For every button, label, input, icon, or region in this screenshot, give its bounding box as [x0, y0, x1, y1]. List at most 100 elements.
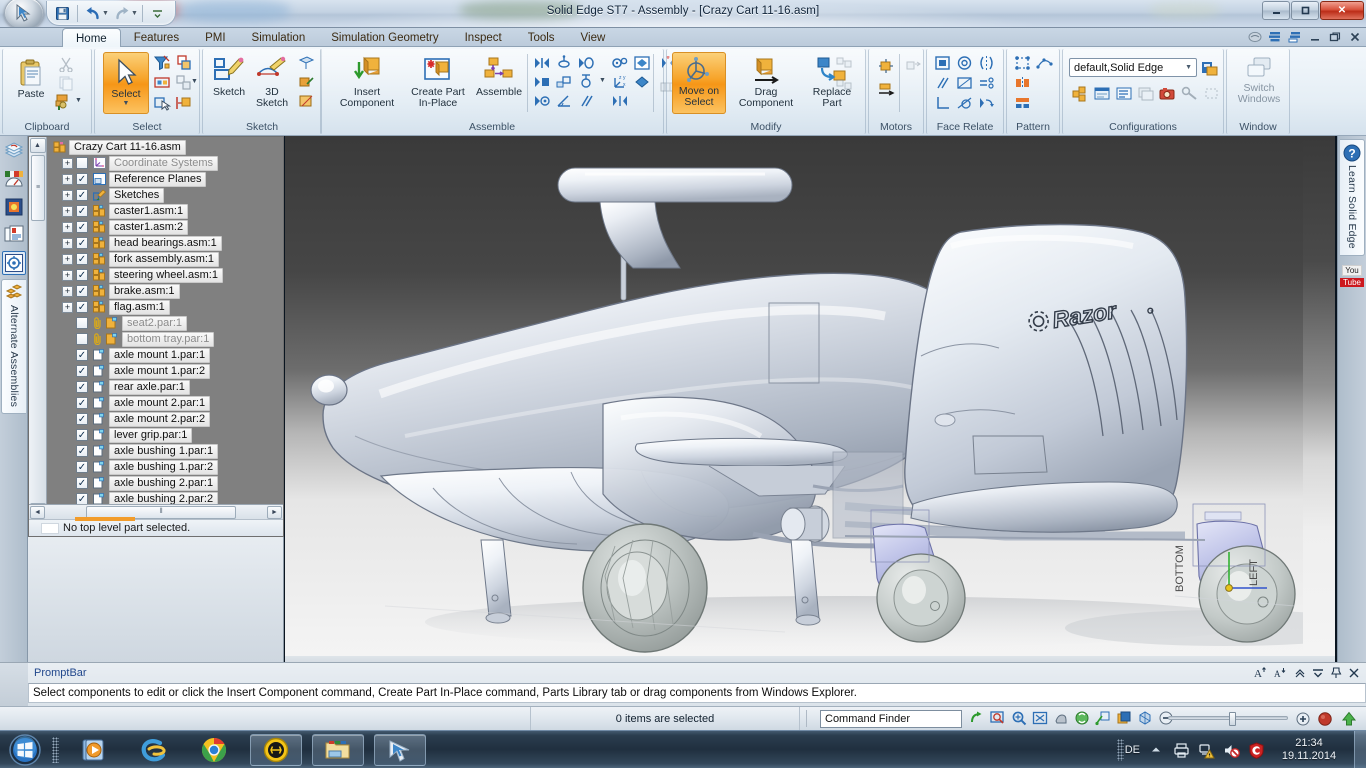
tree-node-18[interactable]: ✓ axle bushing 1.par:1 — [48, 443, 283, 459]
perpendicular-icon[interactable] — [931, 92, 953, 114]
tree-node-16[interactable]: ✓ axle mount 2.par:2 — [48, 411, 283, 427]
tree-visibility-checkbox[interactable]: ✓ — [76, 349, 88, 361]
volume-muted-icon[interactable] — [1222, 741, 1240, 759]
tree-visibility-checkbox[interactable]: ✓ — [76, 237, 88, 249]
shaded-icon[interactable] — [1136, 709, 1154, 727]
face-tangent-icon[interactable] — [953, 92, 975, 114]
tree-node-7[interactable]: + ✓ steering wheel.asm:1 — [48, 267, 283, 283]
move-on-select-button[interactable]: Move on Select — [672, 52, 726, 114]
tree-expand-toggle[interactable]: + — [62, 189, 73, 201]
taskbar-clock[interactable]: 21:34 19.11.2014 — [1272, 737, 1346, 763]
config-manage-icon[interactable] — [1135, 82, 1157, 104]
tree-expand-toggle[interactable]: + — [62, 285, 73, 297]
config-zones-icon[interactable] — [1091, 82, 1113, 104]
linear-motor-icon[interactable] — [875, 78, 897, 100]
redo-icon[interactable] — [111, 3, 133, 24]
redo-dropdown-icon[interactable]: ▼ — [131, 10, 138, 17]
tree-node-9[interactable]: + ✓ flag.asm:1 — [48, 299, 283, 315]
pan-icon[interactable] — [1052, 709, 1070, 727]
tree-visibility-checkbox[interactable]: ✓ — [76, 173, 88, 185]
angle-icon[interactable] — [553, 90, 575, 112]
tree-expand-toggle[interactable]: + — [62, 157, 73, 169]
tab-simulation[interactable]: Simulation — [239, 28, 319, 47]
tab-inspect[interactable]: Inspect — [452, 28, 515, 47]
tree-visibility-checkbox[interactable]: ✓ — [76, 221, 88, 233]
tree-node-6[interactable]: + ✓ fork assembly.asm:1 — [48, 251, 283, 267]
tree-visibility-checkbox[interactable] — [76, 333, 88, 345]
zoom-icon[interactable] — [1010, 709, 1028, 727]
mirror-pattern-icon[interactable] — [1011, 72, 1033, 94]
tree-visibility-checkbox[interactable]: ✓ — [76, 365, 88, 377]
tray-grip[interactable] — [1116, 739, 1124, 761]
tree-expand-toggle[interactable]: + — [62, 253, 73, 265]
close-button[interactable]: ✕ — [1320, 1, 1364, 20]
ribbon-minimize-icon[interactable] — [1307, 29, 1322, 45]
face-offset-icon[interactable] — [953, 72, 975, 94]
green-up-icon[interactable] — [1340, 710, 1358, 728]
pattern-table-icon[interactable] — [1011, 92, 1033, 114]
config-display-icon[interactable] — [1113, 82, 1135, 104]
tree-visibility-checkbox[interactable]: ✓ — [76, 477, 88, 489]
common-views-icon[interactable] — [1073, 709, 1091, 727]
pattern-rect-icon[interactable] — [1011, 52, 1033, 74]
paint-format-dropdown-icon[interactable]: ▼ — [75, 97, 82, 104]
paint-format-icon[interactable] — [51, 91, 73, 113]
config-select-icon[interactable] — [1201, 82, 1223, 104]
expand-icon[interactable] — [1312, 667, 1324, 679]
graphics-view[interactable]: Razor BOTTOM LEFT — [285, 136, 1335, 656]
config-capture-icon[interactable] — [1157, 82, 1179, 104]
rotate-view-icon[interactable] — [968, 709, 986, 727]
tree-visibility-checkbox[interactable]: ✓ — [76, 301, 88, 313]
tree-visibility-checkbox[interactable]: ✓ — [76, 269, 88, 281]
network-warning-icon[interactable] — [1197, 741, 1215, 759]
tab-pmi[interactable]: PMI — [192, 28, 238, 47]
copy-component-icon[interactable] — [833, 52, 855, 74]
increase-font-icon[interactable]: A — [1254, 666, 1268, 679]
zoom-slider[interactable] — [1168, 712, 1288, 726]
taskbar-teamviewer-icon[interactable] — [250, 734, 302, 766]
ribbon-display-icon[interactable] — [1267, 29, 1282, 45]
help-icon[interactable] — [1247, 29, 1262, 45]
tab-features[interactable]: Features — [121, 28, 192, 47]
tree-visibility-checkbox[interactable]: ✓ — [76, 253, 88, 265]
youtube-link[interactable]: You Tube — [1338, 264, 1366, 288]
decrease-font-icon[interactable]: A — [1274, 666, 1288, 679]
rigid-set-icon[interactable] — [975, 92, 997, 114]
layers-icon[interactable] — [2, 195, 26, 219]
collapse-icon[interactable] — [1294, 667, 1306, 679]
close-promptbar-icon[interactable] — [1348, 667, 1360, 679]
sidebar-tab-alternate-assemblies[interactable]: Alternate Assemblies — [1, 279, 26, 415]
scroll-up-button[interactable]: ▲ — [29, 138, 46, 153]
tree-expand-toggle[interactable]: + — [62, 221, 73, 233]
tree-root-node[interactable]: Crazy Cart 11-16.asm — [48, 139, 283, 155]
tree-vertical-scrollbar[interactable]: ▲ ≡ ▼ — [29, 137, 47, 520]
taskbar-grip[interactable] — [52, 737, 59, 763]
config-tune-icon[interactable] — [1179, 82, 1201, 104]
start-button[interactable] — [2, 732, 48, 768]
tree-visibility-checkbox[interactable]: ✓ — [76, 285, 88, 297]
show-desktop-button[interactable] — [1354, 731, 1366, 768]
undo-dropdown-icon[interactable]: ▼ — [102, 10, 109, 17]
qat-customize-icon[interactable] — [147, 3, 169, 24]
ribbon-restore-icon[interactable] — [1327, 29, 1342, 45]
language-indicator[interactable]: DE — [1125, 744, 1140, 756]
tree-visibility-checkbox[interactable] — [76, 157, 88, 169]
tree-visibility-checkbox[interactable]: ✓ — [76, 381, 88, 393]
select-filter-icon[interactable] — [151, 52, 173, 74]
tree-node-0[interactable]: + Coordinate Systems — [48, 155, 283, 171]
tree-node-12[interactable]: ✓ axle mount 1.par:1 — [48, 347, 283, 363]
sketch-button[interactable]: Sketch — [207, 54, 251, 98]
tree-expand-toggle[interactable]: + — [62, 205, 73, 217]
tree-visibility-checkbox[interactable]: ✓ — [76, 461, 88, 473]
select-rectangle-icon[interactable] — [151, 72, 173, 94]
tree-node-4[interactable]: + ✓ caster1.asm:2 — [48, 219, 283, 235]
hscroll-left-button[interactable]: ◄ — [30, 505, 45, 519]
family-of-assemblies-icon[interactable] — [2, 223, 26, 247]
center-plane-icon[interactable] — [609, 90, 631, 112]
taskbar-google-chrome-icon[interactable] — [188, 734, 240, 766]
comodo-security-icon[interactable] — [1247, 741, 1265, 759]
tree-node-11[interactable]: bottom tray.par:1 — [48, 331, 283, 347]
tab-home[interactable]: Home — [62, 28, 121, 47]
rotational-motor-icon[interactable] — [875, 55, 897, 77]
chevron-down-icon[interactable]: ▼ — [1181, 64, 1192, 71]
